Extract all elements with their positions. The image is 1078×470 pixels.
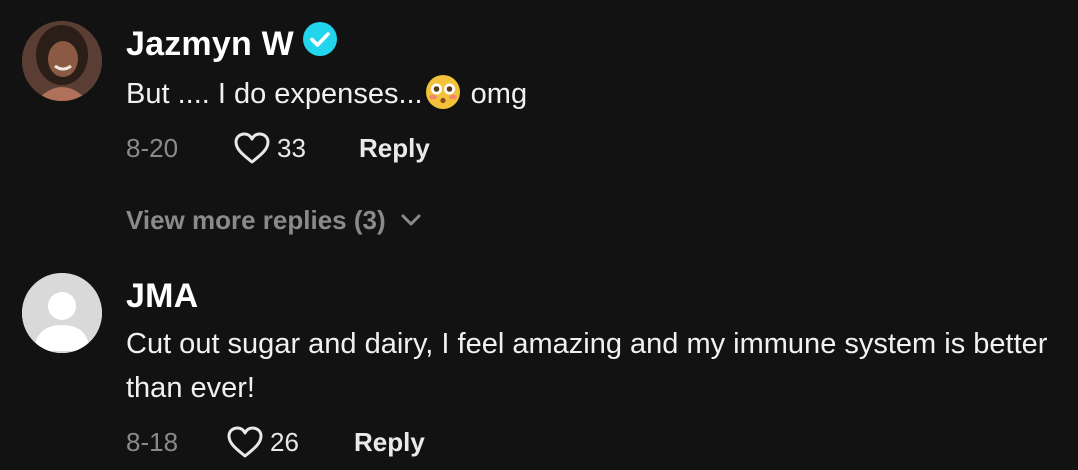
user-photo-icon xyxy=(22,21,102,101)
like-button[interactable]: 33 xyxy=(233,128,306,168)
reply-button[interactable]: Reply xyxy=(359,128,430,168)
comment-item: Jazmyn W But .... I do expenses... omg 8… xyxy=(0,0,1078,260)
username[interactable]: Jazmyn W xyxy=(126,24,294,64)
comment-date: 8-18 xyxy=(126,427,179,457)
user-avatar[interactable] xyxy=(22,273,102,353)
user-avatar[interactable] xyxy=(22,21,102,101)
username[interactable]: JMA xyxy=(126,276,198,316)
comment-item: JMA Cut out sugar and dairy, I feel amaz… xyxy=(0,265,1078,470)
chevron-down-icon xyxy=(401,214,421,226)
comment-text: Cut out sugar and dairy, I feel amazing … xyxy=(126,328,1048,404)
heart-icon xyxy=(227,426,263,458)
heart-icon xyxy=(234,132,270,164)
comment-text: But .... I do expenses... omg xyxy=(126,72,1056,116)
verified-badge-icon xyxy=(303,22,337,56)
reply-button[interactable]: Reply xyxy=(354,422,425,462)
default-user-avatar-icon xyxy=(22,273,102,353)
like-count: 26 xyxy=(270,427,299,457)
flushed-face-icon xyxy=(425,75,460,109)
view-more-replies-label: View more replies (3) xyxy=(126,205,386,235)
like-button[interactable]: 26 xyxy=(226,422,299,462)
like-count: 33 xyxy=(277,133,306,163)
comment-date: 8-20 xyxy=(126,133,179,163)
view-more-replies[interactable]: View more replies (3) xyxy=(126,200,422,240)
